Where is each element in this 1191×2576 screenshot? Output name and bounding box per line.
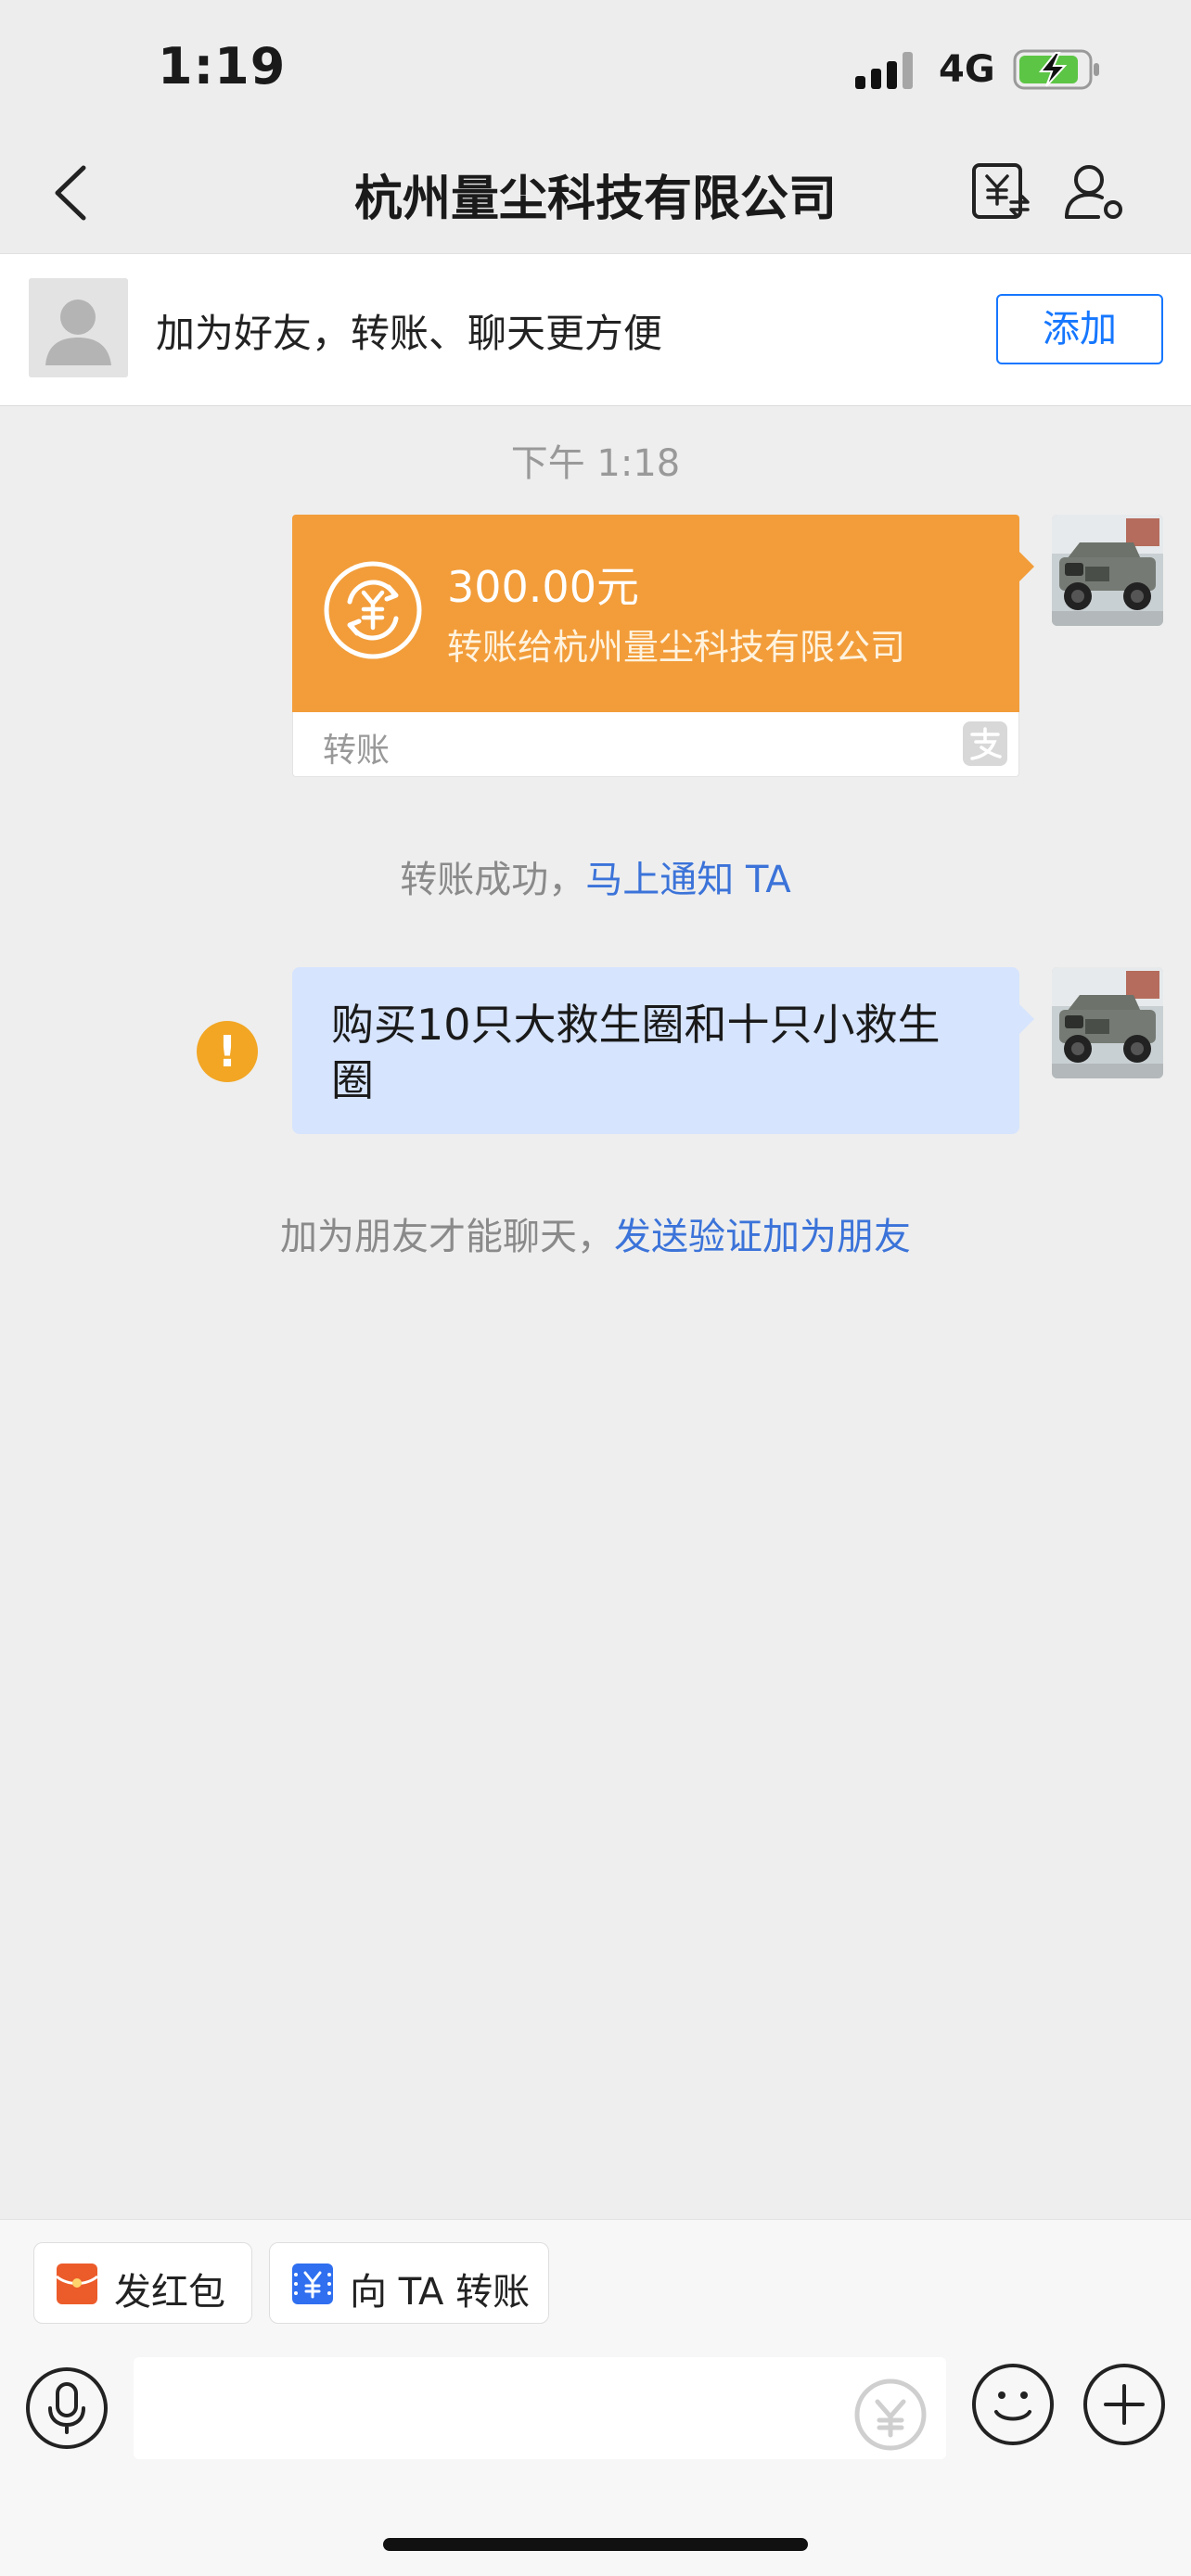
friend-required-notice: 加为朋友才能聊天，发送验证加为朋友 (0, 1206, 1191, 1260)
microphone-icon[interactable] (26, 2367, 108, 2449)
red-packet-icon (56, 2264, 98, 2304)
transfer-label: 转账 (323, 732, 391, 770)
transfer-to-ta-button[interactable]: 向 TA 转账 (269, 2242, 549, 2324)
add-friend-prompt: 加为好友，转账、聊天更方便 (156, 311, 663, 356)
emoji-icon[interactable] (972, 2364, 1054, 2445)
transfer-card-body: 300.00元 转账给杭州量尘科技有限公司 (292, 515, 1019, 712)
user-avatar[interactable] (1052, 515, 1163, 626)
notify-link[interactable]: 马上通知 TA (585, 859, 790, 901)
transfer-amount: 300.00元 (447, 562, 639, 612)
quick-action-label: 发红包 (114, 2271, 225, 2314)
transfer-description: 转账给杭州量尘科技有限公司 (447, 627, 906, 668)
home-indicator (383, 2538, 808, 2551)
warning-icon[interactable]: ! (197, 1021, 258, 1082)
message-bubble[interactable]: 购买10只大救生圈和十只小救生圈 (292, 967, 1019, 1134)
transfer-card-footer: 转账 (292, 712, 1019, 777)
signal-icon (855, 52, 920, 89)
transfer-success-notice: 转账成功，马上通知 TA (0, 849, 1191, 903)
network-type: 4G (939, 48, 995, 91)
send-verification-link[interactable]: 发送验证加为朋友 (614, 1216, 911, 1258)
quick-action-label: 向 TA 转账 (350, 2271, 531, 2314)
transfer-yuan-icon (292, 2264, 333, 2304)
red-packet-button[interactable]: 发红包 (33, 2242, 252, 2324)
battery-charging-icon (1013, 48, 1102, 91)
yuan-exchange-icon (322, 559, 424, 661)
message-input[interactable] (134, 2357, 946, 2459)
time-divider: 下午 1:18 (510, 442, 681, 485)
notice-text: 转账成功， (400, 859, 586, 901)
yuan-circle-icon[interactable] (852, 2376, 929, 2454)
profile-settings-icon[interactable] (1063, 161, 1126, 223)
status-time: 1:19 (158, 37, 287, 96)
add-friend-button[interactable]: 添加 (996, 294, 1163, 364)
transfer-card[interactable]: 300.00元 转账给杭州量尘科技有限公司 转账 (292, 515, 1034, 777)
transfer-icon[interactable] (970, 161, 1031, 223)
bubble-tail (1019, 1004, 1034, 1034)
alipay-logo-icon (963, 721, 1007, 766)
user-avatar[interactable] (1052, 967, 1163, 1078)
plus-icon[interactable] (1083, 2364, 1165, 2445)
notice-text: 加为朋友才能聊天， (280, 1216, 614, 1258)
bubble-tail (1019, 552, 1034, 581)
default-avatar-icon (29, 278, 128, 377)
